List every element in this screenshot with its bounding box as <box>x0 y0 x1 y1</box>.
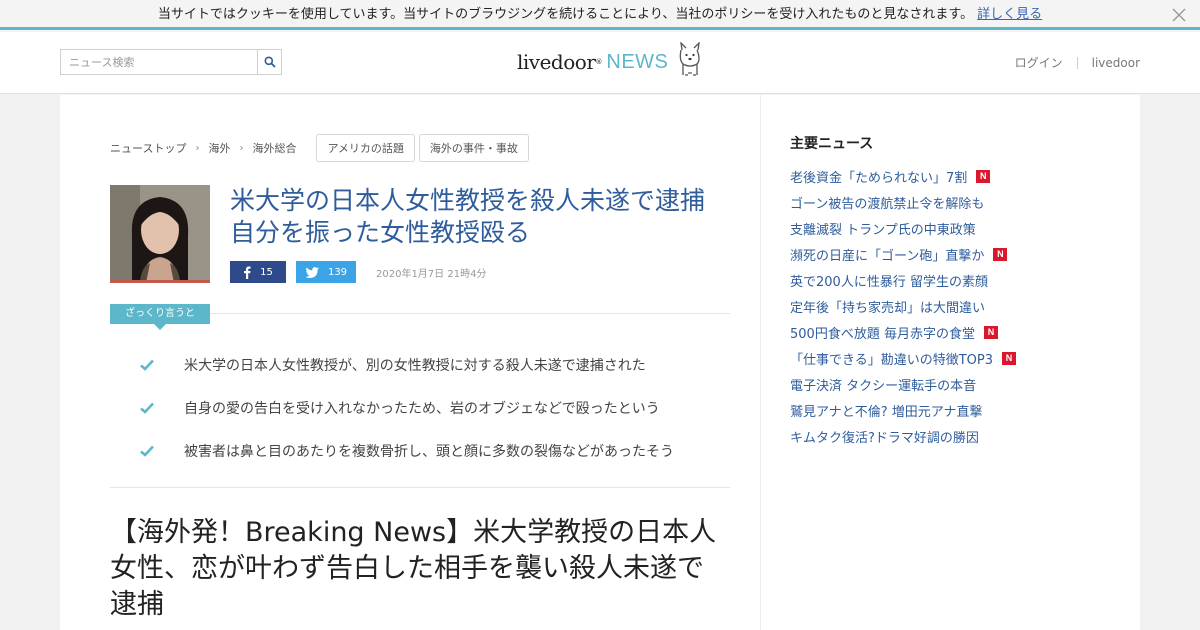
twitter-share-count: 139 <box>327 266 348 278</box>
article-title: 米大学の日本人女性教授を殺人未遂で逮捕 自分を振った女性教授殴る <box>230 185 740 249</box>
new-badge: N <box>1002 351 1017 365</box>
article-thumbnail[interactable] <box>110 185 210 283</box>
news-headline-link[interactable]: 老後資金「ためられない」7割 <box>790 167 967 186</box>
breadcrumb-overseas-general[interactable]: 海外総合 <box>252 140 296 156</box>
summary-text: 自身の愛の告白を受け入れなかったため、岩のオブジェなどで殴ったという <box>184 400 660 417</box>
check-icon <box>140 445 184 457</box>
check-icon <box>140 402 184 414</box>
search-input[interactable] <box>61 50 258 74</box>
cookie-details-link[interactable]: 詳しく見る <box>977 7 1042 22</box>
news-headline-link[interactable]: 「仕事できる」勘違いの特徴TOP3 <box>790 349 993 368</box>
logo-registered-mark: ® <box>595 58 603 66</box>
facebook-share-button[interactable]: 15 <box>230 261 286 283</box>
news-list-item[interactable]: 「仕事できる」勘違いの特徴TOP3 N <box>790 345 1017 371</box>
breadcrumb: ニューストップ › 海外 › 海外総合 アメリカの話題 海外の事件・事故 <box>110 134 529 162</box>
logo-news-text: NEWS <box>606 50 669 73</box>
new-badge: N <box>976 169 991 183</box>
header-links: ログイン livedoor <box>1015 54 1140 71</box>
news-list-item[interactable]: ゴーン被告の渡航禁止令を解除も <box>790 189 1016 215</box>
chevron-right-icon: › <box>239 142 244 154</box>
logo-livedoor-text: livedoor <box>517 50 596 74</box>
close-icon[interactable] <box>1170 6 1188 24</box>
article-title-line-1: 米大学の日本人女性教授を殺人未遂で逮捕 <box>230 186 706 215</box>
article-title-line-2: 自分を振った女性教授殴る <box>230 218 531 247</box>
publish-date: 2020年1月7日 21時4分 <box>376 268 487 280</box>
news-list-item[interactable]: 定年後「持ち家売却」は大間違い <box>790 293 1016 319</box>
main-content: ニューストップ › 海外 › 海外総合 アメリカの話題 海外の事件・事故 米大学… <box>60 95 1140 630</box>
summary-list: 米大学の日本人女性教授が、別の女性教授に対する殺人未遂で逮捕された 自身の愛の告… <box>140 343 740 472</box>
news-headline-link[interactable]: 鷲見アナと不倫? 増田元アナ直撃 <box>790 401 983 420</box>
summary-item: 自身の愛の告白を受け入れなかったため、岩のオブジェなどで殴ったという <box>140 386 740 429</box>
new-badge: N <box>993 247 1008 261</box>
twitter-icon <box>304 266 319 278</box>
top-news-list: 老後資金「ためられない」7割 N ゴーン被告の渡航禁止令を解除も 支離滅裂 トランプ氏… <box>790 163 1017 449</box>
cookie-banner: 当サイトではクッキーを使用しています。当サイトのブラウジングを続けることにより、… <box>0 0 1200 30</box>
livedoor-link[interactable]: livedoor <box>1092 56 1140 70</box>
breadcrumb-news-top[interactable]: ニューストップ <box>110 140 186 156</box>
tag-overseas-incidents[interactable]: 海外の事件・事故 <box>418 134 529 162</box>
news-list-item[interactable]: 老後資金「ためられない」7割 N <box>790 163 1016 189</box>
site-logo[interactable]: livedoor ® NEWS <box>517 41 704 82</box>
twitter-share-button[interactable]: 139 <box>296 261 356 283</box>
search-icon <box>264 53 276 72</box>
check-icon <box>140 359 184 371</box>
news-list-item[interactable]: 英で200人に性暴行 留学生の素顔 <box>790 267 1016 293</box>
breadcrumb-overseas[interactable]: 海外 <box>208 140 230 156</box>
sidebar-title: 主要ニュース <box>790 136 874 152</box>
chevron-right-icon: › <box>195 142 200 154</box>
news-headline-link[interactable]: 電子決済 タクシー運転手の本音 <box>790 375 976 394</box>
article-subheading: 【海外発！Breaking News】米大学教授の日本人女性、恋が叶わず告白した… <box>110 517 717 620</box>
header-divider <box>1076 56 1078 69</box>
news-headline-link[interactable]: 英で200人に性暴行 留学生の素顔 <box>790 271 988 290</box>
dog-mascot-icon <box>676 41 704 82</box>
search-box <box>60 49 282 75</box>
news-headline-link[interactable]: ゴーン被告の渡航禁止令を解除も <box>790 193 984 212</box>
news-list-item[interactable]: 鷲見アナと不倫? 増田元アナ直撃 <box>790 397 1016 423</box>
news-list-item[interactable]: キムタク復活?ドラマ好調の勝因 <box>790 423 1016 449</box>
site-header: livedoor®NEWS ログイン livedoor <box>0 32 1200 94</box>
search-button[interactable] <box>257 50 281 74</box>
share-row: 15 139 2020年1月7日 21時4分 <box>230 261 486 283</box>
tag-america-topics[interactable]: アメリカの話題 <box>316 134 415 162</box>
news-headline-link[interactable]: 支離滅裂 トランプ氏の中東政策 <box>790 219 976 238</box>
news-headline-link[interactable]: 定年後「持ち家売却」は大間違い <box>790 297 985 316</box>
summary-label: ざっくり言うと <box>110 304 210 330</box>
summary-text: 米大学の日本人女性教授が、別の女性教授に対する殺人未遂で逮捕された <box>184 357 646 374</box>
news-headline-link[interactable]: キムタク復活?ドラマ好調の勝因 <box>790 427 979 446</box>
summary-bottom-divider <box>110 487 730 488</box>
news-list-item[interactable]: 瀕死の日産に「ゴーン砲」直撃か N <box>790 241 1016 267</box>
summary-text: 被害者は鼻と目のあたりを複数骨折し、頭と顔に多数の裂傷などがあったそう <box>184 443 674 460</box>
news-headline-link[interactable]: 瀕死の日産に「ゴーン砲」直撃か <box>790 245 984 264</box>
sidebar-divider <box>760 95 761 630</box>
cookie-message: 当サイトではクッキーを使用しています。当サイトのブラウジングを続けることにより、… <box>157 7 974 22</box>
news-headline-link[interactable]: 500円食べ放題 毎月赤字の食堂 <box>790 323 975 342</box>
news-list-item[interactable]: 電子決済 タクシー運転手の本音 <box>790 371 1016 397</box>
summary-divider <box>210 313 730 314</box>
new-badge: N <box>983 325 998 339</box>
facebook-icon <box>243 266 251 279</box>
summary-item: 米大学の日本人女性教授が、別の女性教授に対する殺人未遂で逮捕された <box>140 343 740 386</box>
facebook-share-count: 15 <box>260 266 273 278</box>
login-link[interactable]: ログイン <box>1015 54 1063 71</box>
news-list-item[interactable]: 500円食べ放題 毎月赤字の食堂 N <box>790 319 1016 345</box>
summary-item: 被害者は鼻と目のあたりを複数骨折し、頭と顔に多数の裂傷などがあったそう <box>140 429 740 472</box>
news-list-item[interactable]: 支離滅裂 トランプ氏の中東政策 <box>790 215 1016 241</box>
